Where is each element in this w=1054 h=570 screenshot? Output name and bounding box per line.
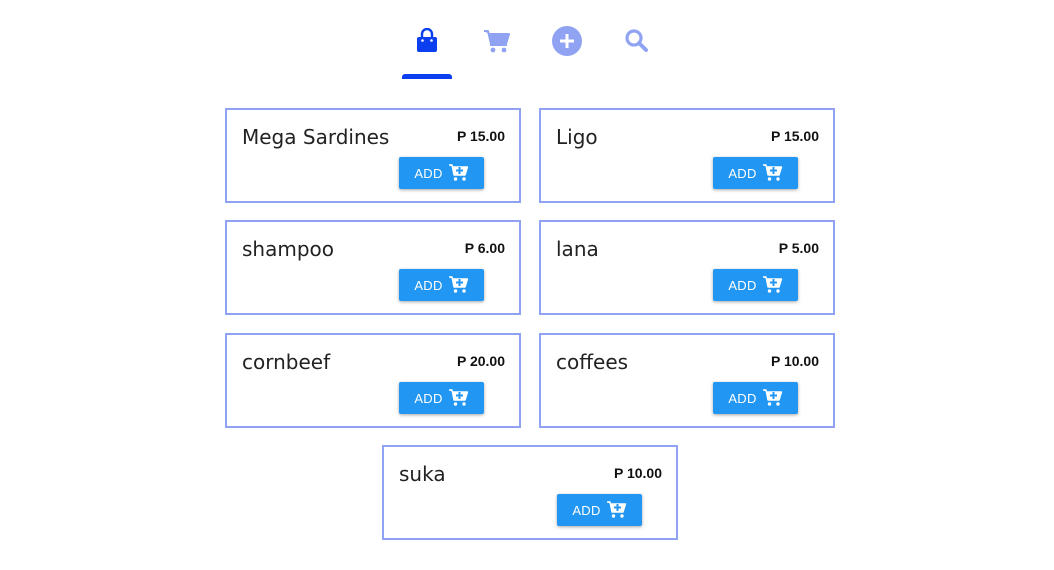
top-nav (0, 0, 1054, 80)
product-name: lana (556, 237, 599, 261)
product-card: suka P 10.00 ADD (382, 445, 678, 540)
add-to-cart-button[interactable]: ADD (399, 269, 484, 301)
product-card: Mega Sardines P 15.00 ADD (225, 108, 521, 203)
add-to-cart-button[interactable]: ADD (713, 269, 798, 301)
add-button-label: ADD (728, 165, 757, 181)
shopping-bag-icon (415, 28, 439, 54)
product-price: P 15.00 (770, 128, 819, 144)
product-price: P 10.00 (613, 465, 662, 481)
add-to-cart-button[interactable]: ADD (399, 157, 484, 189)
product-price: P 20.00 (456, 353, 505, 369)
cart-plus-icon (762, 276, 783, 294)
product-card: cornbeef P 20.00 ADD (225, 333, 521, 428)
product-price: P 10.00 (770, 353, 819, 369)
product-card: lana P 5.00 ADD (539, 220, 835, 315)
cart-plus-icon (448, 276, 469, 294)
product-name: Mega Sardines (242, 125, 390, 149)
active-tab-indicator (402, 74, 452, 79)
add-button-label: ADD (414, 165, 443, 181)
tab-cart[interactable] (472, 28, 522, 78)
add-button-label: ADD (414, 277, 443, 293)
cart-icon (483, 28, 511, 54)
product-name: suka (399, 462, 446, 486)
cart-plus-icon (606, 501, 627, 519)
add-circle-icon (551, 26, 583, 57)
product-name: Ligo (556, 125, 598, 149)
add-button-label: ADD (728, 277, 757, 293)
add-to-cart-button[interactable]: ADD (713, 157, 798, 189)
add-button-label: ADD (572, 502, 601, 518)
search-icon (624, 28, 650, 54)
product-name: coffees (556, 350, 629, 374)
add-to-cart-button[interactable]: ADD (713, 382, 798, 414)
tab-add-product[interactable] (542, 26, 592, 78)
add-button-label: ADD (414, 390, 443, 406)
cart-plus-icon (448, 164, 469, 182)
cart-plus-icon (762, 164, 783, 182)
cart-plus-icon (762, 389, 783, 407)
product-price: P 15.00 (456, 128, 505, 144)
add-to-cart-button[interactable]: ADD (399, 382, 484, 414)
tab-search[interactable] (612, 28, 662, 78)
product-card: coffees P 10.00 ADD (539, 333, 835, 428)
product-card: shampoo P 6.00 ADD (225, 220, 521, 315)
add-button-label: ADD (728, 390, 757, 406)
product-price: P 6.00 (464, 240, 505, 256)
product-price: P 5.00 (778, 240, 819, 256)
product-name: cornbeef (242, 350, 331, 374)
product-card: Ligo P 15.00 ADD (539, 108, 835, 203)
product-name: shampoo (242, 237, 335, 261)
add-to-cart-button[interactable]: ADD (557, 494, 642, 526)
tab-products[interactable] (402, 28, 452, 78)
cart-plus-icon (448, 389, 469, 407)
